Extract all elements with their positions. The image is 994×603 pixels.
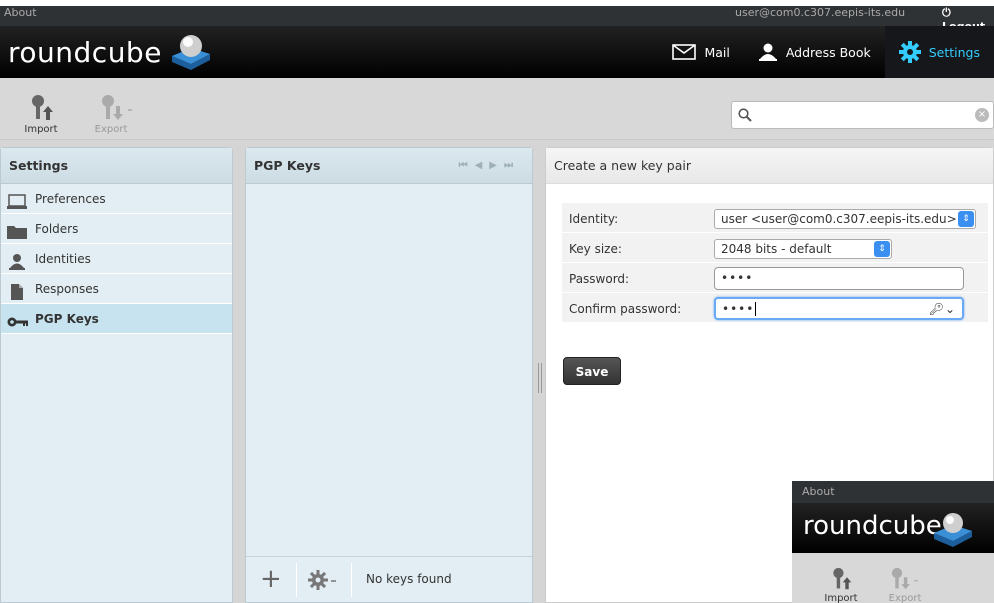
- key-import-icon: [833, 567, 852, 590]
- key-import-icon: [26, 94, 56, 122]
- thumb-logo-text: roundcube: [803, 511, 942, 541]
- sidebar-item-folders[interactable]: Folders: [1, 214, 232, 244]
- pgp-keys-title: PGP Keys: [254, 158, 321, 173]
- confirm-password-label: Confirm password:: [569, 302, 682, 316]
- search-box[interactable]: ×: [731, 101, 994, 129]
- settings-panel-title: Settings: [1, 148, 232, 184]
- pgp-keys-footer: + No keys found: [246, 556, 532, 602]
- identity-select[interactable]: user <user@com0.c307.eepis-its.edu> ⇕: [714, 209, 976, 229]
- task-settings[interactable]: Settings: [884, 26, 994, 78]
- password-field[interactable]: ••••: [714, 267, 964, 290]
- import-label: Import: [24, 124, 58, 135]
- identity-value: user <user@com0.c307.eepis-its.edu>: [721, 212, 957, 226]
- logo-ball-icon: [168, 32, 214, 72]
- select-arrows-icon: ⇕: [874, 241, 890, 257]
- key-size-label: Key size:: [569, 242, 622, 256]
- keychain-icon[interactable]: 🔑︎⌄: [929, 299, 956, 320]
- thumb-export-button: [878, 567, 928, 594]
- no-keys-status: No keys found: [366, 572, 452, 586]
- last-page-icon[interactable]: ⏭: [504, 160, 520, 171]
- thumb-logo-ball-icon: [930, 511, 976, 552]
- key-size-select[interactable]: 2048 bits - default ⇕: [714, 239, 892, 259]
- sidebar-item-label: Preferences: [35, 192, 106, 206]
- confirm-password-field[interactable]: •••• 🔑︎⌄: [714, 297, 964, 320]
- prev-page-icon[interactable]: ◀: [475, 160, 490, 171]
- select-arrows-icon: ⇕: [958, 211, 974, 227]
- settings-nav: Preferences Folders Identities Responses: [1, 184, 232, 334]
- toolbar: Import Export ×: [0, 78, 994, 140]
- export-label: Export: [94, 124, 128, 135]
- thumb-import-label: Import: [824, 593, 858, 603]
- roundcube-logo[interactable]: roundcube: [8, 32, 214, 72]
- sidebar-item-label: Folders: [35, 222, 79, 236]
- thumb-import-button: [816, 567, 866, 594]
- pgp-keys-header: PGP Keys ⏮◀▶⏭: [246, 148, 532, 184]
- search-input[interactable]: [758, 105, 958, 125]
- sidebar-item-responses[interactable]: Responses: [1, 274, 232, 304]
- key-export-icon: [96, 94, 132, 122]
- sidebar-item-preferences[interactable]: Preferences: [1, 184, 232, 214]
- logo-text: roundcube: [8, 35, 162, 69]
- task-mail-label: Mail: [704, 44, 730, 60]
- export-button[interactable]: Export: [86, 94, 136, 135]
- key-icon: [7, 311, 29, 341]
- envelope-icon: [672, 44, 697, 60]
- header-bar: roundcube Mail Address Book Settings: [0, 26, 994, 78]
- next-page-icon[interactable]: ▶: [489, 160, 504, 171]
- about-link[interactable]: About: [4, 6, 37, 20]
- page-navigation: ⏮◀▶⏭: [459, 148, 520, 184]
- power-icon: ⏻: [942, 6, 951, 19]
- thumb-about: About: [792, 481, 994, 503]
- key-options-button[interactable]: [308, 569, 338, 594]
- top-line: About user@com0.c307.eepis-its.edu ⏻Logo…: [0, 6, 994, 33]
- identity-label: Identity:: [569, 212, 619, 226]
- gear-icon: [898, 41, 921, 63]
- person-icon: [758, 43, 778, 61]
- key-pair-form: Identity: user <user@com0.c307.eepis-its…: [562, 203, 988, 323]
- import-button[interactable]: Import: [16, 94, 66, 135]
- task-mail[interactable]: Mail: [658, 26, 743, 78]
- key-export-icon: [891, 567, 918, 590]
- task-settings-label: Settings: [928, 44, 980, 60]
- password-row: Password: ••••: [562, 263, 988, 293]
- panel-splitter[interactable]: [538, 363, 542, 393]
- add-key-button[interactable]: +: [260, 566, 282, 592]
- sidebar-item-pgp-keys[interactable]: PGP Keys: [1, 304, 232, 334]
- user-email: user@com0.c307.eepis-its.edu: [735, 6, 906, 19]
- confirm-password-row: Confirm password: •••• 🔑︎⌄: [562, 293, 988, 323]
- app-window: About user@com0.c307.eepis-its.edu ⏻Logo…: [0, 0, 994, 603]
- sidebar-item-label: PGP Keys: [35, 312, 99, 326]
- text-cursor: [755, 302, 757, 316]
- sidebar-item-label: Identities: [35, 252, 91, 266]
- key-pair-title: Create a new key pair: [546, 148, 993, 184]
- password-label: Password:: [569, 272, 630, 286]
- password-value: ••••: [721, 271, 754, 285]
- thumb-export-label: Export: [888, 593, 922, 603]
- screenshot-thumbnail[interactable]: About roundcube Import Export: [792, 481, 994, 603]
- identity-row: Identity: user <user@com0.c307.eepis-its…: [562, 203, 988, 233]
- save-button[interactable]: Save: [563, 357, 621, 385]
- footer-divider: [296, 563, 297, 597]
- key-size-row: Key size: 2048 bits - default ⇕: [562, 233, 988, 263]
- first-page-icon[interactable]: ⏮: [459, 160, 475, 171]
- task-address-book[interactable]: Address Book: [744, 26, 885, 78]
- taskbar: Mail Address Book Settings: [658, 26, 994, 78]
- sidebar-item-identities[interactable]: Identities: [1, 244, 232, 274]
- clear-search-icon[interactable]: ×: [975, 108, 989, 122]
- confirm-password-value: ••••: [722, 302, 755, 316]
- search-icon: [738, 108, 752, 125]
- footer-divider: [351, 563, 352, 597]
- pgp-keys-panel: PGP Keys ⏮◀▶⏭ + No keys found: [245, 147, 533, 603]
- key-size-value: 2048 bits - default: [721, 242, 832, 256]
- task-address-book-label: Address Book: [785, 44, 871, 60]
- settings-panel: Settings Preferences Folders Identities: [0, 147, 233, 603]
- sidebar-item-label: Responses: [35, 282, 99, 296]
